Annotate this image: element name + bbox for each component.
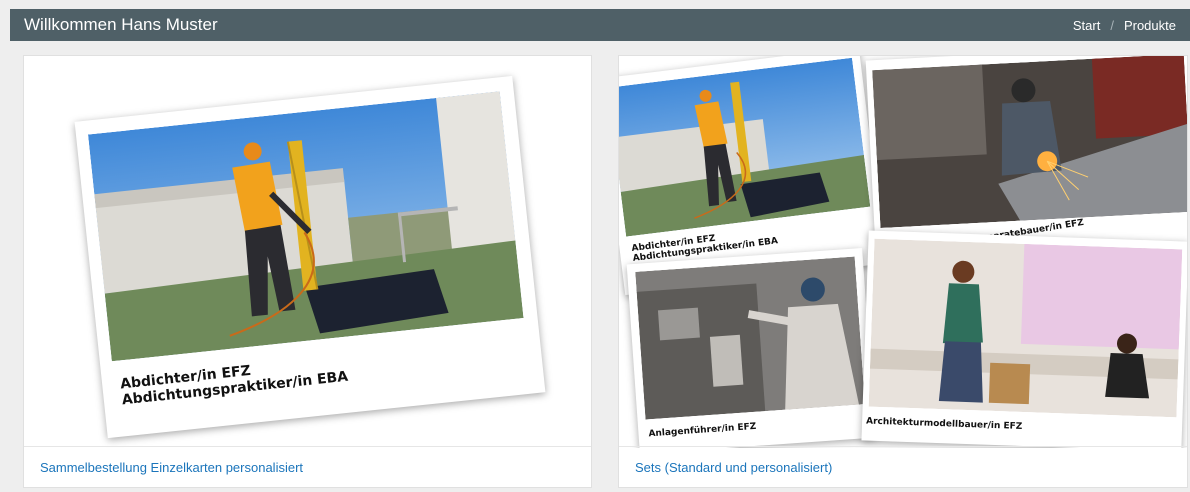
welder-photo — [872, 56, 1187, 229]
header-bar: Willkommen Hans Muster Start / Produkte — [10, 9, 1190, 41]
polaroid-operator: Anlagenführer/in EFZ — [626, 248, 876, 448]
photo3-caption-text: Anlagenführer/in EFZ — [648, 421, 757, 440]
photo3-caption: Anlagenführer/in EFZ — [648, 422, 756, 440]
photo-caption: Abdichter/in EFZ Abdichtungspraktiker/in… — [119, 353, 348, 409]
polaroid-model-builder: Architekturmodellbauer/in EFZ — [861, 230, 1187, 448]
product-image-single[interactable]: Abdichter/in EFZ Abdichtungspraktiker/in… — [24, 56, 591, 448]
product-card-single[interactable]: Abdichter/in EFZ Abdichtungspraktiker/in… — [23, 55, 592, 488]
roofer-photo — [87, 91, 524, 362]
breadcrumb-separator: / — [1110, 17, 1114, 33]
collective-order-link[interactable]: Sammelbestellung Einzelkarten personalis… — [40, 460, 303, 475]
model-builder-photo — [868, 238, 1183, 418]
operator-photo — [635, 256, 865, 420]
polaroid-card: Abdichter/in EFZ Abdichtungspraktiker/in… — [74, 75, 546, 439]
breadcrumb-current: Produkte — [1123, 17, 1176, 33]
breadcrumb: Start / Produkte — [1073, 18, 1176, 33]
roofer-photo-small — [619, 57, 871, 237]
sets-link[interactable]: Sets (Standard und personalisiert) — [635, 460, 832, 475]
photo4-caption: Architekturmodellbauer/in EFZ — [866, 417, 1023, 433]
card-footer: Sammelbestellung Einzelkarten personalis… — [24, 446, 591, 487]
card-footer: Sets (Standard und personalisiert) — [619, 446, 1187, 487]
product-image-sets[interactable]: Abdichter/in EFZ Abdichtungspraktiker/in… — [619, 56, 1187, 448]
photo4-caption-text: Architekturmodellbauer/in EFZ — [865, 416, 1023, 432]
welcome-title: Willkommen Hans Muster — [24, 15, 218, 34]
breadcrumb-start-link[interactable]: Start — [1073, 18, 1100, 33]
product-card-sets[interactable]: Abdichter/in EFZ Abdichtungspraktiker/in… — [618, 55, 1188, 488]
